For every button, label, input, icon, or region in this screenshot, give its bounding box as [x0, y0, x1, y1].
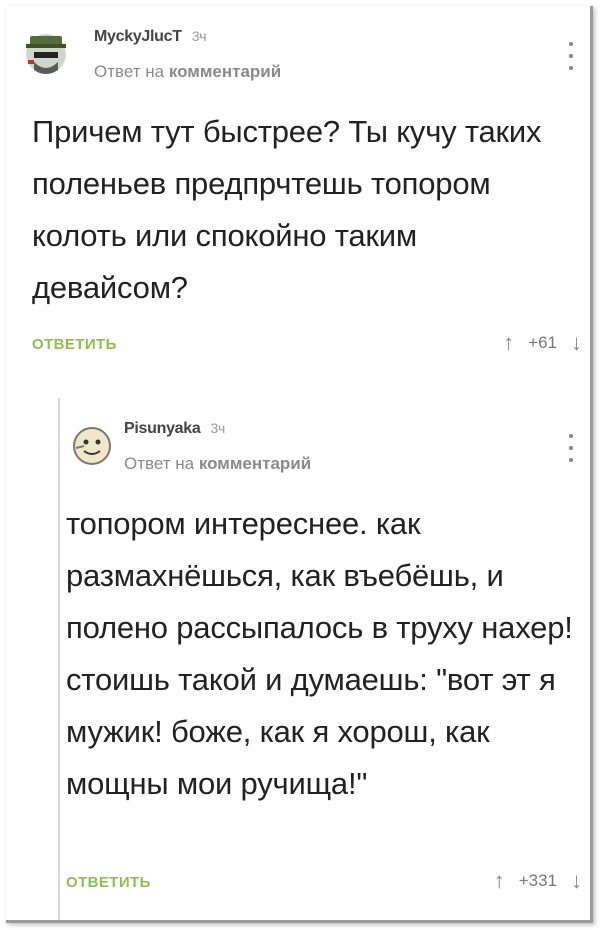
vote-controls: ↑ +331 ↓ — [494, 870, 582, 892]
arrow-down-icon[interactable]: ↓ — [571, 332, 582, 354]
reply-context: Ответ на комментарий — [124, 454, 312, 473]
username[interactable]: MyckyJlucT 3ч — [94, 28, 207, 46]
comment-1: MyckyJlucT 3ч Ответ на комментарий Причем… — [6, 6, 590, 386]
more-options-icon[interactable] — [564, 434, 578, 462]
user-avatar[interactable] — [20, 26, 72, 78]
comment-text: топором интереснее. как размахнёшься, ка… — [66, 506, 573, 801]
comment-2: Pisunyaka 3ч Ответ на комментарий топором… — [58, 398, 590, 920]
user-avatar[interactable] — [66, 418, 118, 470]
rating-count: +61 — [528, 333, 557, 352]
rating-count: +331 — [518, 871, 557, 890]
more-options-icon[interactable] — [564, 42, 578, 70]
reply-button[interactable]: ОТВЕТИТЬ — [32, 336, 117, 353]
reply-target-link[interactable]: комментарий — [169, 62, 281, 81]
arrow-down-icon[interactable]: ↓ — [571, 870, 582, 892]
reply-context: Ответ на комментарий — [94, 62, 282, 81]
timestamp: 3ч — [210, 420, 225, 436]
username[interactable]: Pisunyaka 3ч — [124, 420, 225, 438]
vote-controls: ↑ +61 ↓ — [503, 332, 582, 354]
comment-thread: MyckyJlucT 3ч Ответ на комментарий Причем… — [6, 6, 593, 923]
timestamp: 3ч — [191, 28, 207, 44]
arrow-up-icon[interactable]: ↑ — [503, 332, 514, 354]
comment-text: Причем тут быстрее? Ты кучу таких полень… — [32, 114, 542, 305]
reply-button[interactable]: ОТВЕТИТЬ — [66, 874, 151, 891]
reply-target-link[interactable]: комментарий — [199, 454, 311, 473]
arrow-up-icon[interactable]: ↑ — [494, 870, 505, 892]
